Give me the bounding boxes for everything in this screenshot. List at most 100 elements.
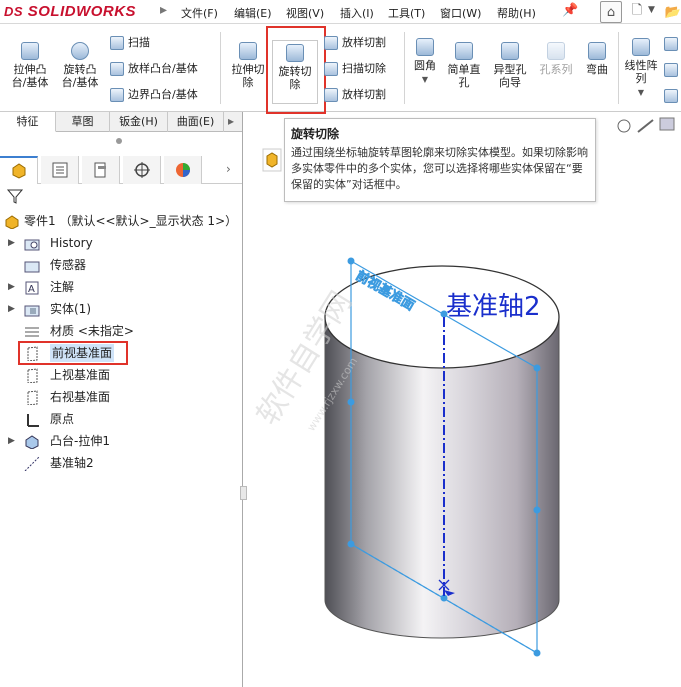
tree-item-solid-bodies[interactable]: ▶ 实体(1) [0, 298, 243, 320]
zoom-fit-icon[interactable] [617, 119, 631, 133]
tree-item-top-plane[interactable]: 上视基准面 [0, 364, 243, 386]
expand-arrow-icon[interactable]: ▶ [8, 276, 15, 298]
tree-item-boss-extrude1[interactable]: ▶ 凸台-拉伸1 [0, 430, 243, 452]
plane-icon [27, 390, 38, 405]
tree-item-label: History [50, 236, 93, 250]
loft-cut2-icon [324, 88, 338, 102]
color-wheel-icon [175, 163, 190, 177]
menu-view[interactable]: 视图(V) [286, 5, 324, 21]
bend-label: 弯曲 [586, 63, 608, 76]
zoom-area-icon[interactable] [637, 119, 654, 133]
pin-icon[interactable]: 📌 [562, 3, 578, 18]
hole-wizard-label: 异型孔 向导 [493, 63, 527, 89]
feature-tree-icon [12, 163, 25, 179]
loft-cut2-button[interactable]: 放样切割 [324, 88, 386, 102]
expand-arrow-icon[interactable]: ▶ [8, 298, 15, 320]
loft-boss-button[interactable]: 放样凸台/基体 [110, 62, 198, 76]
menu-insert[interactable]: 插入(I) [340, 5, 374, 21]
tooltip-body: 通过围绕坐标轴旋转草图轮廓来切除实体模型。如果切除影响多实体零件中的多个实体，您… [291, 146, 588, 191]
expand-arrow-icon[interactable]: ▶ [8, 232, 15, 254]
new-document-icon[interactable]: 🗋 [626, 1, 648, 23]
chevron-down-icon[interactable]: ▼ [638, 88, 644, 97]
previous-view-icon[interactable] [659, 117, 675, 131]
menu-file[interactable]: 文件(F) [181, 5, 218, 21]
splitter-grip-icon[interactable] [116, 138, 122, 144]
simple-hole-button[interactable]: 简单直 孔 [444, 42, 484, 89]
extrude-cut-label: 拉伸切 除 [231, 63, 265, 89]
property-manager-tab[interactable] [41, 156, 79, 184]
bend-button[interactable]: 弯曲 [580, 42, 614, 76]
loft-cut-button[interactable]: 放样切割 [324, 36, 386, 50]
tab-sheet-metal[interactable]: 钣金(H) [110, 112, 168, 132]
tree-item-annotations[interactable]: ▶ A 注解 [0, 276, 243, 298]
configuration-manager-tab[interactable] [82, 156, 120, 184]
open-folder-icon[interactable]: 📂 [662, 1, 681, 23]
revolve-cut-button[interactable]: 旋转切 除 [272, 40, 318, 104]
revolve-cut-label: 旋转切 除 [278, 65, 312, 91]
tree-item-axis2[interactable]: 基准轴2 [0, 452, 243, 474]
tree-item-history[interactable]: ▶ History [0, 232, 243, 254]
svg-text:A: A [28, 284, 35, 295]
boundary-boss-button[interactable]: 边界凸台/基体 [110, 88, 198, 102]
draft-icon[interactable] [664, 62, 680, 78]
home-icon[interactable]: ⌂ [600, 1, 622, 23]
solidworks-logo[interactable]: DS SOLIDWORKS [4, 3, 154, 25]
tree-item-label: 原点 [50, 412, 75, 426]
filter-icon[interactable] [6, 187, 24, 205]
menu-help[interactable]: 帮助(H) [497, 5, 536, 21]
menu-flyout-arrow-icon[interactable]: ▸ [160, 2, 168, 22]
menu-edit[interactable]: 编辑(E) [234, 5, 272, 21]
history-folder-icon [24, 239, 40, 251]
tree-item-right-plane[interactable]: 右视基准面 [0, 386, 243, 408]
shell-icon[interactable] [664, 88, 680, 104]
hole-series-icon [547, 42, 565, 60]
chevron-down-icon[interactable]: ▼ [648, 5, 655, 15]
extrude-boss-button[interactable]: 拉伸凸 台/基体 [8, 42, 52, 89]
sweep-cut-button[interactable]: 扫描切除 [324, 62, 386, 76]
tree-item-front-plane[interactable]: 前视基准面 [0, 341, 243, 365]
menu-window[interactable]: 窗口(W) [440, 5, 481, 21]
tab-sketch[interactable]: 草图 [56, 112, 110, 132]
tree-item-label: 注解 [50, 280, 75, 294]
tree-item-material[interactable]: 材质 <未指定> [0, 320, 243, 342]
command-manager-ribbon: 拉伸凸 台/基体 旋转凸 台/基体 扫描 放样凸台/基体 边界凸台/基体 拉伸切… [0, 24, 681, 114]
tab-surfaces[interactable]: 曲面(E) [168, 112, 224, 132]
featuremanager-tree-tab[interactable] [0, 156, 38, 184]
loft-boss-icon [110, 62, 124, 76]
plane-icon [27, 368, 38, 383]
chevron-down-icon[interactable]: ▼ [422, 75, 428, 84]
tree-root-part[interactable]: 零件1 （默认<<默认>_显示状态 1>） [0, 210, 243, 232]
fillet-icon [416, 38, 434, 56]
linear-pattern-button[interactable]: 线性阵 列 ▼ [621, 38, 661, 99]
revolve-boss-button[interactable]: 旋转凸 台/基体 [57, 42, 103, 89]
hole-series-button[interactable]: 孔系列 [534, 42, 578, 76]
fm-tabs-overflow-icon[interactable]: › [226, 162, 231, 176]
origin-icon [27, 414, 39, 427]
plane-handle[interactable] [533, 649, 541, 657]
hole-wizard-button[interactable]: 异型孔 向导 [488, 42, 532, 89]
boundary-boss-label: 边界凸台/基体 [128, 88, 198, 101]
tree-item-origin[interactable]: 原点 [0, 408, 243, 430]
plane-handle[interactable] [533, 364, 541, 372]
sweep-button[interactable]: 扫描 [110, 36, 150, 50]
tree-item-label: 材质 <未指定> [50, 324, 134, 338]
display-manager-tab[interactable] [164, 156, 202, 184]
fillet-button[interactable]: 圆角 ▼ [410, 38, 440, 86]
expand-arrow-icon[interactable]: ▶ [8, 430, 15, 452]
dimxpert-manager-tab[interactable] [123, 156, 161, 184]
solid-bodies-folder-icon [24, 305, 40, 317]
plane-handle[interactable] [347, 257, 355, 265]
plane-handle[interactable] [347, 540, 355, 548]
hole-series-label: 孔系列 [539, 63, 573, 76]
tree-item-label: 前视基准面 [50, 344, 115, 362]
menu-tools[interactable]: 工具(T) [388, 5, 425, 21]
tree-item-sensors[interactable]: 传感器 [0, 254, 243, 276]
plane-handle[interactable] [533, 506, 541, 514]
tab-features[interactable]: 特征 [0, 112, 56, 132]
tabs-overflow-icon[interactable]: ▸ [228, 114, 234, 128]
sweep-cut-icon [324, 62, 338, 76]
extrude-cut-button[interactable]: 拉伸切 除 [227, 42, 269, 89]
plane-handle[interactable] [347, 398, 355, 406]
fillet-label: 圆角 [414, 59, 436, 72]
rib-icon[interactable] [664, 36, 680, 52]
